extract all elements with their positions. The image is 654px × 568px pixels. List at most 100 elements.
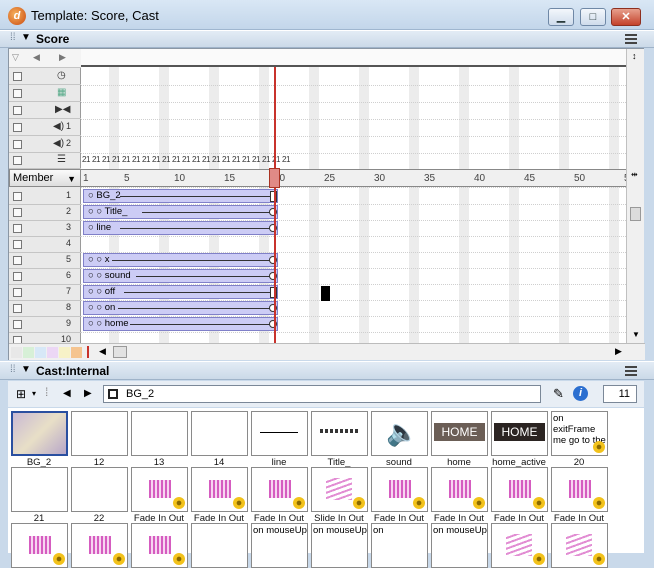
sprite-span[interactable]: ○ ○ on — [83, 301, 278, 315]
channel-toggle[interactable] — [13, 72, 22, 81]
frame-script-label[interactable]: 21 — [172, 155, 180, 164]
frame-script-label[interactable]: 21 — [162, 155, 170, 164]
frame-script-label[interactable]: 21 — [92, 155, 100, 164]
sound-channel-1[interactable]: ◀) 1 — [9, 120, 81, 136]
frame-script-label[interactable]: 21 — [222, 155, 230, 164]
script-channel[interactable]: ☰ — [9, 153, 81, 169]
channel-toggle[interactable] — [13, 123, 22, 132]
color-swatch[interactable] — [23, 347, 34, 358]
next-marker-icon[interactable]: ▶ — [59, 52, 66, 63]
collapse-triangle-icon[interactable]: ▼ — [21, 364, 31, 375]
zoom-icon[interactable]: ⇹ — [631, 170, 638, 179]
channel-toggle[interactable] — [13, 140, 22, 149]
score-panel-header[interactable] — [0, 30, 654, 48]
minimize-button[interactable]: ▁ — [548, 8, 574, 26]
frame-script-label[interactable]: 21 — [252, 155, 260, 164]
channel-toggle[interactable] — [13, 320, 22, 329]
frame-script-label[interactable]: 21 — [132, 155, 140, 164]
sprite-channel-2[interactable]: 2 — [9, 205, 81, 221]
frame-script-label[interactable]: 21 — [112, 155, 120, 164]
cast-member-thumbnail[interactable] — [431, 467, 488, 512]
marker-filter-icon[interactable]: ▽ — [12, 52, 19, 63]
scroll-up-icon[interactable]: ↕ — [632, 51, 637, 61]
panel-grip-icon[interactable]: ⁞⁞ — [10, 32, 16, 43]
sprite-channel-4[interactable]: 4 — [9, 237, 81, 253]
scroll-left-icon[interactable]: ◀ — [99, 346, 106, 357]
cast-member-name-field[interactable]: BG_2 — [103, 385, 541, 403]
channel-toggle[interactable] — [13, 288, 22, 297]
prev-marker-icon[interactable]: ◀ — [33, 52, 40, 63]
scroll-thumb[interactable] — [113, 346, 127, 358]
frame-script-label[interactable]: 21 — [262, 155, 270, 164]
panel-options-icon[interactable] — [625, 34, 637, 44]
color-swatch[interactable] — [11, 347, 22, 358]
tempo-channel[interactable]: ◷ — [9, 69, 81, 85]
cast-member-thumbnail[interactable] — [131, 411, 188, 456]
cast-member-thumbnail[interactable] — [191, 467, 248, 512]
sound-channel-2[interactable]: ◀) 2 — [9, 137, 81, 153]
sprite-channel-9[interactable]: 9 — [9, 317, 81, 333]
sprite-channel-7[interactable]: 7 — [9, 285, 81, 301]
cast-view-style-icon[interactable]: ⊞ — [16, 387, 26, 401]
frame-script-label[interactable]: 21 — [102, 155, 110, 164]
panel-options-icon[interactable] — [625, 366, 637, 376]
sprite-channel-5[interactable]: 5 — [9, 253, 81, 269]
cast-member-thumbnail[interactable] — [191, 411, 248, 456]
score-horizontal-scrollbar[interactable]: ◀ ▶ — [9, 343, 645, 360]
channel-toggle[interactable] — [13, 208, 22, 217]
cast-member-thumbnail[interactable] — [551, 523, 608, 568]
cast-member-thumbnail[interactable] — [71, 411, 128, 456]
collapse-triangle-icon[interactable]: ▼ — [21, 32, 31, 43]
cast-member-thumbnail[interactable]: on mouseUp — [251, 523, 308, 568]
frame-script-label[interactable]: 21 — [202, 155, 210, 164]
sprite-span[interactable]: ○ line — [83, 221, 278, 235]
script-edit-icon[interactable]: ✎ — [553, 386, 564, 402]
color-swatch[interactable] — [35, 347, 46, 358]
cast-member-thumbnail[interactable] — [491, 467, 548, 512]
cast-member-thumbnail[interactable] — [251, 411, 308, 456]
sprite-span[interactable]: ○ ○ x — [83, 253, 278, 267]
sprite-channel-3[interactable]: 3 — [9, 221, 81, 237]
cast-member-thumbnail[interactable] — [311, 411, 368, 456]
channel-toggle[interactable] — [13, 304, 22, 313]
cast-member-thumbnail[interactable] — [11, 411, 68, 456]
selected-cell[interactable] — [321, 286, 330, 301]
frame-script-label[interactable]: 21 — [242, 155, 250, 164]
maximize-button[interactable]: □ — [580, 8, 606, 26]
channel-toggle[interactable] — [13, 156, 22, 165]
frame-script-label[interactable]: 21 — [82, 155, 90, 164]
channel-toggle[interactable] — [13, 106, 22, 115]
sprite-channel-1[interactable]: 1 — [9, 189, 81, 205]
drag-member-icon[interactable] — [108, 389, 118, 399]
cast-member-thumbnail[interactable] — [131, 523, 188, 568]
cast-member-thumbnail[interactable]: HOME — [491, 411, 548, 456]
frame-script-label[interactable]: 21 — [282, 155, 290, 164]
previous-member-icon[interactable]: ◀ — [63, 388, 71, 399]
score-grid[interactable]: 21 21 21 21 21 21 21 21 21 21 21 21 21 21 21 21 21 21 21 21… — [81, 49, 626, 343]
transition-channel[interactable]: ▶◀ — [9, 103, 81, 119]
playhead-handle[interactable] — [269, 168, 280, 188]
color-swatch[interactable] — [47, 347, 58, 358]
frame-ruler[interactable]: 1510152025303540455055 — [81, 169, 626, 187]
view-dropdown-icon[interactable]: ▾ — [32, 389, 36, 398]
cast-member-thumbnail[interactable] — [191, 523, 248, 568]
frame-script-label[interactable]: 21 — [212, 155, 220, 164]
cast-member-thumbnail[interactable] — [311, 467, 368, 512]
scroll-down-icon[interactable]: ▼ — [632, 330, 640, 339]
sprite-span[interactable]: ○ ○ off — [83, 285, 278, 299]
sprite-span[interactable]: ○ ○ home — [83, 317, 278, 331]
frame-script-label[interactable]: 21 — [192, 155, 200, 164]
sprite-channel-8[interactable]: 8 — [9, 301, 81, 317]
frame-script-label[interactable]: 21 — [232, 155, 240, 164]
channel-toggle[interactable] — [13, 240, 22, 249]
score-vertical-scrollbar[interactable]: ↕ ⇹ ▼ — [626, 49, 644, 343]
sprite-span[interactable]: ○ ○ Title_ — [83, 205, 278, 219]
color-swatch[interactable] — [71, 347, 82, 358]
palette-channel[interactable]: ▦ — [9, 86, 81, 102]
cast-member-thumbnail[interactable] — [551, 467, 608, 512]
scroll-thumb[interactable] — [630, 207, 641, 221]
cast-member-thumbnail[interactable] — [71, 467, 128, 512]
cast-member-thumbnail[interactable] — [491, 523, 548, 568]
channel-toggle[interactable] — [13, 224, 22, 233]
channel-toggle[interactable] — [13, 192, 22, 201]
